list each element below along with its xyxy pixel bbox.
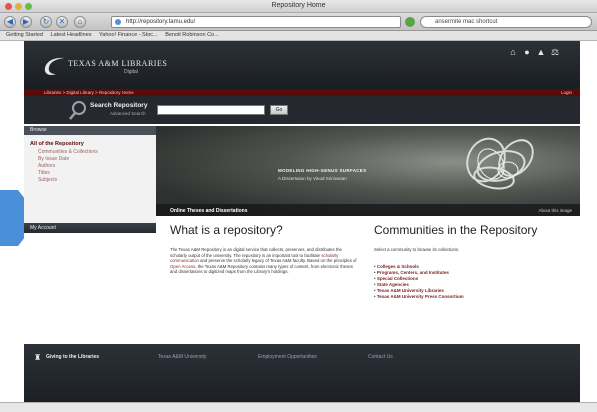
browser-toolbar: ◀ ▶ ↻ ✕ ⌂ http://repository.tamu.edu/ an… xyxy=(0,13,597,31)
site-footer: ♜ Giving to the Libraries Texas A&M Univ… xyxy=(24,344,580,402)
logo-swoosh-icon xyxy=(44,57,64,75)
chat-icon[interactable]: ● xyxy=(522,47,532,57)
library-logo[interactable]: TEXAS A&M LIBRARIES xyxy=(68,59,167,68)
my-account-header[interactable]: My Account xyxy=(24,223,156,233)
address-bar[interactable]: http://repository.tamu.edu/ xyxy=(111,16,401,28)
reload-button[interactable]: ↻ xyxy=(40,16,52,28)
logo-subtitle: Digital xyxy=(124,69,138,75)
banner-subtitle: A Dissertation by Vinod Srinivasan xyxy=(278,176,347,181)
stop-button[interactable]: ✕ xyxy=(56,16,68,28)
community-link[interactable]: Texas A&M University Press Consortium xyxy=(374,294,570,300)
browser-status-bar xyxy=(0,402,597,412)
footer-giving-link[interactable]: Giving to the Libraries xyxy=(46,354,99,360)
search-icon xyxy=(69,101,86,120)
browse-section-header[interactable]: Browse xyxy=(24,126,156,135)
footer-employment-link[interactable]: Employment Opportunities xyxy=(258,354,317,360)
bookmark-item[interactable]: Getting Started xyxy=(6,31,43,40)
about-text-1: The Texas A&M Repository is an digital s… xyxy=(170,247,342,258)
go-button[interactable]: Go xyxy=(270,105,288,115)
url-text: http://repository.tamu.edu/ xyxy=(126,19,196,25)
browser-search-text: ansermite mac shortcut xyxy=(435,19,498,25)
window-title: Repository Home xyxy=(271,2,326,9)
search-row: Search Repository Advanced Search Go xyxy=(24,96,580,124)
communities-list: Colleges & Schools Programs, Centers, an… xyxy=(374,264,570,300)
browser-search-field[interactable]: ansermite mac shortcut xyxy=(420,16,592,28)
bookmarks-bar: Getting Started Latest Headlines Yahoo! … xyxy=(0,31,597,41)
search-input[interactable] xyxy=(157,105,265,115)
bookmark-item[interactable]: Yahoo! Finance - Stoc... xyxy=(99,31,158,40)
forward-button[interactable]: ▶ xyxy=(20,16,32,28)
bookmark-item[interactable]: Latest Headlines xyxy=(51,31,92,40)
about-text-2: and preserve the scholarly legacy of Tex… xyxy=(198,258,357,264)
about-column: What is a repository? The Texas A&M Repo… xyxy=(170,223,360,275)
breadcrumb-bar: Libraries > Digital Library > Repository… xyxy=(24,89,580,96)
footer-contact-link[interactable]: Contact Us xyxy=(368,354,393,360)
user-icon[interactable]: ▲ xyxy=(536,47,546,57)
sidebar-title: All of the Repository xyxy=(30,141,84,147)
sidebar-item-subjects[interactable]: Subjects xyxy=(38,177,57,183)
back-button[interactable]: ◀ xyxy=(4,16,16,28)
login-link[interactable]: Login xyxy=(561,89,572,96)
browser-titlebar: Repository Home xyxy=(0,0,597,13)
site-favicon-icon xyxy=(115,19,121,25)
sidebar-item-authors[interactable]: Authors xyxy=(38,163,55,169)
home-icon[interactable]: ⌂ xyxy=(508,47,518,57)
about-heading: What is a repository? xyxy=(170,223,283,237)
tools-icon[interactable]: ⚖ xyxy=(550,47,560,57)
about-text-3: , the Texas A&M Repository contains many… xyxy=(170,263,353,275)
communities-intro: Select a community to browse its collect… xyxy=(374,247,460,252)
go-icon[interactable] xyxy=(405,17,415,27)
main-content: Browse All of the Repository Communities… xyxy=(24,124,580,344)
gift-icon: ♜ xyxy=(34,353,42,362)
breadcrumb[interactable]: Libraries > Digital Library > Repository… xyxy=(44,89,134,96)
browse-nav: All of the Repository Communities & Coll… xyxy=(24,135,156,223)
sidebar-item-titles[interactable]: Titles xyxy=(38,170,50,176)
communities-column: Communities in the Repository Select a c… xyxy=(374,223,570,300)
sculpture-image xyxy=(466,137,534,190)
footer-tamu-link[interactable]: Texas A&M University xyxy=(158,354,206,360)
open-access-link[interactable]: Open Access xyxy=(170,264,195,269)
feature-banner[interactable]: MODELING HIGH-GENUS SURFACES A Dissertat… xyxy=(156,126,580,216)
sidebar-item-communities[interactable]: Communities & Collections xyxy=(38,149,98,155)
advanced-search-link[interactable]: Advanced Search xyxy=(110,111,146,116)
communities-heading: Communities in the Repository xyxy=(374,223,538,237)
sidebar-item-issue-date[interactable]: By Issue Date xyxy=(38,156,69,162)
home-button[interactable]: ⌂ xyxy=(74,16,86,28)
sidebar: Browse All of the Repository Communities… xyxy=(24,124,156,344)
sidebar-blank xyxy=(24,233,156,344)
about-text: The Texas A&M Repository is an digital s… xyxy=(170,247,360,275)
repository-page: TEXAS A&M LIBRARIES Digital ⌂ ● ▲ ⚖ Libr… xyxy=(24,41,580,402)
about-image-link[interactable]: About this image xyxy=(538,208,572,213)
bookmark-item[interactable]: Benoit Robinson Co... xyxy=(165,31,219,40)
banner-title: MODELING HIGH-GENUS SURFACES xyxy=(278,168,367,173)
banner-caption[interactable]: Online Theses and Dissertations xyxy=(170,208,248,214)
search-label: Search Repository xyxy=(90,102,148,109)
site-header: TEXAS A&M LIBRARIES Digital ⌂ ● ▲ ⚖ xyxy=(24,41,580,89)
